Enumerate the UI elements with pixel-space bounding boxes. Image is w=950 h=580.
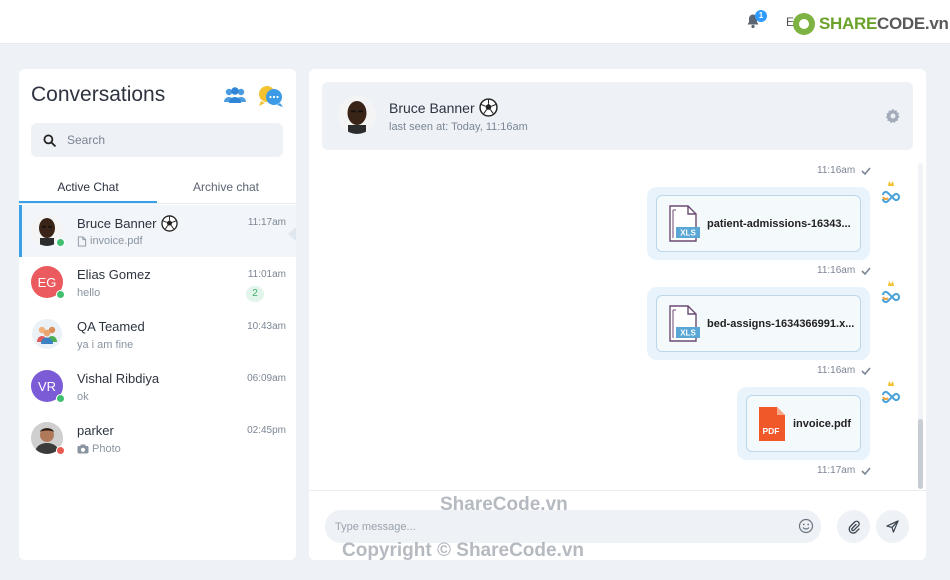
busy-status-dot	[56, 446, 65, 455]
chat-name: parker	[77, 423, 114, 438]
file-type-label: XLS	[680, 228, 696, 237]
top-bar: 1 E SHARECODE.vn	[0, 0, 950, 44]
sender-crown-infinity-icon	[882, 181, 901, 204]
chat-time: 11:17am	[247, 217, 286, 228]
chat-time: 06:09am	[247, 373, 286, 384]
chat-name: QA Teamed	[77, 319, 145, 334]
tab-archive-chat[interactable]: Archive chat	[157, 180, 295, 194]
search-input[interactable]	[67, 131, 267, 149]
contact-avatar[interactable]	[338, 96, 376, 134]
file-name: invoice.pdf	[793, 417, 852, 430]
checkmark-icon	[861, 166, 871, 175]
chat-time: 11:01am	[247, 269, 286, 280]
chat-subtitle: ok	[77, 391, 89, 403]
unread-count-badge: 2	[246, 286, 264, 302]
file-attachment[interactable]: XLS bed-assigns-1634366991.x...	[656, 295, 861, 352]
file-attachment[interactable]: PDF invoice.pdf	[746, 395, 861, 452]
message-timestamp: 11:16am	[817, 365, 871, 376]
message-bubble: XLS patient-admissions-16343...	[647, 187, 870, 260]
contact-name: Bruce Banner	[389, 98, 498, 117]
send-button[interactable]	[876, 510, 909, 543]
xls-file-icon: XLS	[669, 304, 700, 342]
attach-button[interactable]	[837, 510, 870, 543]
new-chat-icon[interactable]	[257, 84, 285, 108]
file-name: bed-assigns-1634366991.x...	[707, 317, 855, 330]
checkmark-icon	[861, 366, 871, 375]
checkmark-icon	[861, 466, 871, 475]
message-bubble: PDF invoice.pdf	[737, 387, 870, 460]
search-box	[31, 123, 283, 157]
chat-list: Bruce Banner invoice.pdf 11:17am EG Elia…	[19, 205, 296, 465]
file-type-label: PDF	[763, 426, 780, 436]
sender-crown-infinity-icon	[882, 281, 901, 304]
checkmark-icon	[861, 266, 871, 275]
message-timestamp: 11:16am	[817, 265, 871, 276]
online-status-dot	[56, 238, 65, 247]
group-users-icon[interactable]	[221, 84, 249, 108]
chat-subtitle: hello	[77, 287, 101, 299]
message-input-box	[325, 510, 821, 543]
chat-tabs: Active Chat Archive chat	[19, 174, 296, 204]
chat-item-elias-gomez[interactable]: EG Elias Gomez hello 11:01am 2	[19, 257, 296, 309]
message-time: 11:17am	[817, 465, 856, 476]
search-icon	[43, 134, 56, 147]
file-name: patient-admissions-16343...	[707, 217, 851, 230]
file-pdf-icon	[77, 235, 87, 247]
chat-item-vishal-ribdiya[interactable]: VR Vishal Ribdiya ok 06:09am	[19, 361, 296, 413]
active-tab-indicator	[19, 201, 157, 203]
chat-name: Elias Gomez	[77, 267, 151, 282]
chat-subtitle-text: Photo	[92, 443, 121, 455]
chat-item-parker[interactable]: parker Photo 02:45pm	[19, 413, 296, 465]
chat-subtitle-text: invoice.pdf	[90, 235, 143, 247]
paperclip-icon	[848, 520, 860, 534]
chat-window: Bruce Banner last seen at: Today, 11:16a…	[309, 69, 926, 560]
emoji-icon[interactable]	[798, 518, 814, 534]
chat-subtitle: Photo	[77, 443, 121, 455]
chat-time: 10:43am	[247, 321, 286, 332]
message-input[interactable]	[335, 518, 775, 536]
chat-subtitle: ya i am fine	[77, 339, 134, 351]
brand-logo: SHARECODE.vn	[793, 11, 949, 37]
file-attachment[interactable]: XLS patient-admissions-16343...	[656, 195, 861, 252]
last-seen-status: last seen at: Today, 11:16am	[389, 121, 528, 133]
gear-icon[interactable]	[885, 108, 901, 124]
watermark-copyright: Copyright © ShareCode.vn	[342, 540, 585, 561]
chat-name: Bruce Banner	[77, 215, 178, 232]
page-title: Conversations	[31, 83, 166, 106]
message-time: 11:16am	[817, 365, 856, 376]
online-status-dot	[56, 394, 65, 403]
chat-name-text: Bruce Banner	[77, 216, 157, 231]
sender-crown-infinity-icon	[882, 381, 901, 404]
message-bubble: XLS bed-assigns-1634366991.x...	[647, 287, 870, 360]
xls-file-icon: XLS	[669, 204, 700, 242]
chat-item-bruce-banner[interactable]: Bruce Banner invoice.pdf 11:17am	[19, 205, 296, 257]
send-icon	[886, 520, 899, 533]
online-status-dot	[56, 290, 65, 299]
tab-active-chat[interactable]: Active Chat	[19, 180, 157, 194]
message-time: 11:16am	[817, 165, 856, 176]
chat-item-qa-teamed[interactable]: QA Teamed ya i am fine 10:43am	[19, 309, 296, 361]
messages-scrollbar[interactable]	[918, 163, 923, 489]
chat-name: Vishal Ribdiya	[77, 371, 160, 386]
message-timestamp: 11:17am	[817, 465, 871, 476]
scrollbar-thumb[interactable]	[918, 419, 923, 489]
watermark-text: ShareCode.vn	[440, 494, 568, 515]
brand-text-part2: CODE.vn	[877, 14, 949, 33]
brand-text-part1: SHARE	[819, 14, 878, 33]
notification-badge: 1	[755, 10, 767, 22]
pdf-file-icon: PDF	[759, 406, 785, 441]
contact-name-text: Bruce Banner	[389, 99, 475, 116]
camera-icon	[77, 444, 89, 454]
soccer-ball-icon	[160, 215, 178, 232]
chat-time: 02:45pm	[247, 425, 286, 436]
message-timestamp: 11:16am	[817, 165, 871, 176]
conversations-panel: Conversations Active Chat Archive chat B…	[19, 69, 296, 560]
brand-logo-icon	[793, 13, 815, 35]
soccer-ball-icon	[478, 98, 498, 117]
message-time: 11:16am	[817, 265, 856, 276]
file-type-label: XLS	[680, 328, 696, 337]
chat-subtitle: invoice.pdf	[77, 235, 143, 247]
chat-header: Bruce Banner last seen at: Today, 11:16a…	[322, 82, 913, 150]
group-avatar	[31, 318, 63, 350]
